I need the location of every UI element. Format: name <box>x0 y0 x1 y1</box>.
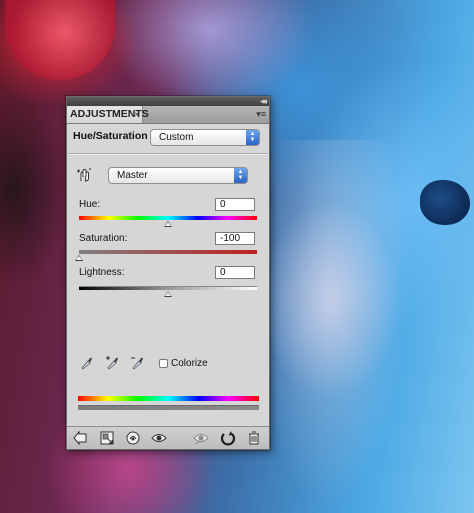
lightness-input[interactable]: 0 <box>215 266 255 279</box>
figure-silhouette <box>250 140 410 510</box>
lightness-slider-track[interactable] <box>79 286 257 290</box>
tab-adjustments[interactable]: ADJUSTMENTS × <box>67 106 149 123</box>
clip-to-layer-icon[interactable] <box>125 430 141 446</box>
chevron-updown-icon: ▲ ▼ <box>246 130 259 145</box>
adjustments-panel: ◂◂ ADJUSTMENTS × ▾≡ Hue/Saturation Custo… <box>66 96 270 450</box>
channel-select[interactable]: Master ▲ ▼ <box>108 167 248 184</box>
panel-menu-icon[interactable]: ▾≡ <box>256 109 266 119</box>
channel-value: Master <box>117 170 148 181</box>
output-color-bar <box>78 405 259 410</box>
visibility-toggle-icon[interactable] <box>151 430 167 446</box>
input-color-bar <box>78 396 259 401</box>
view-previous-state-icon[interactable] <box>193 430 209 446</box>
colorize-checkbox[interactable] <box>159 359 168 368</box>
hue-slider-thumb[interactable] <box>164 221 172 227</box>
return-arrow-icon[interactable] <box>72 430 88 446</box>
saturation-input[interactable]: -100 <box>215 232 255 245</box>
on-image-adjustment-tool-icon[interactable] <box>76 167 92 183</box>
eyedropper-minus-icon[interactable] <box>130 355 144 371</box>
panel-tab-row: ADJUSTMENTS × ▾≡ <box>67 106 269 124</box>
chevron-updown-icon: ▲ ▼ <box>234 168 247 183</box>
dark-bird <box>420 180 470 225</box>
preset-select[interactable]: Custom ▲ ▼ <box>150 129 260 146</box>
delete-icon[interactable] <box>246 430 262 446</box>
divider <box>69 153 267 155</box>
eyedropper-plus-icon[interactable] <box>105 355 119 371</box>
lightness-slider-thumb[interactable] <box>164 291 172 297</box>
preset-value: Custom <box>159 132 194 143</box>
reset-icon[interactable] <box>220 430 236 446</box>
saturation-slider-thumb[interactable] <box>75 255 83 261</box>
panel-titlebar[interactable]: ◂◂ <box>67 96 269 106</box>
saturation-slider-track[interactable] <box>79 250 257 254</box>
panel-bottom-toolbar <box>67 426 269 449</box>
saturation-label: Saturation: <box>79 233 128 244</box>
lightness-label: Lightness: <box>79 267 125 278</box>
hue-slider-track[interactable] <box>79 216 257 220</box>
close-tab-icon[interactable]: × <box>134 106 139 123</box>
eyedropper-icon[interactable] <box>79 355 93 371</box>
adjustment-name: Hue/Saturation <box>73 130 148 142</box>
dark-shadow <box>0 90 70 290</box>
red-hair <box>5 0 115 80</box>
hue-label: Hue: <box>79 199 101 210</box>
expand-view-icon[interactable] <box>99 430 115 446</box>
colorize-label: Colorize <box>171 358 208 369</box>
hue-input[interactable]: 0 <box>215 198 255 211</box>
